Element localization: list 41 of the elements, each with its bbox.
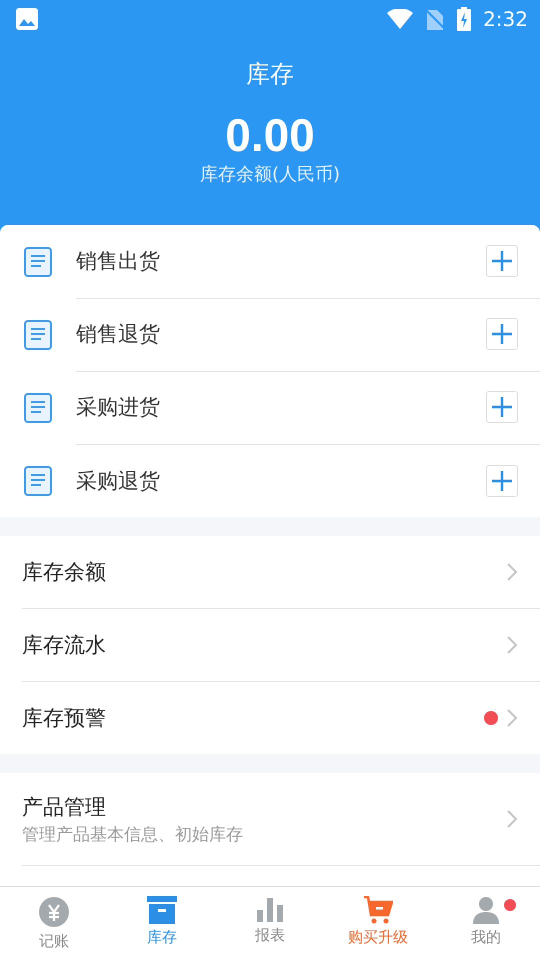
plus-icon — [492, 397, 512, 417]
menu-item[interactable]: 库存预警 — [22, 704, 484, 732]
page-title: 库存 — [246, 59, 294, 90]
menu-item[interactable]: 库存余额 — [22, 558, 506, 586]
add-button[interactable] — [486, 245, 518, 277]
chevron-right-icon — [506, 635, 518, 655]
chevron-right-icon — [506, 562, 518, 582]
chevron-right-icon — [506, 809, 518, 829]
chevron-right-icon — [506, 708, 518, 728]
tab[interactable]: 记账 — [0, 887, 108, 960]
shopping-cart-icon — [363, 896, 393, 924]
document-icon — [24, 320, 52, 350]
action-label[interactable]: 采购退货 — [76, 466, 486, 494]
status-time: 2:32 — [483, 7, 528, 31]
archive-box-icon — [147, 896, 177, 924]
add-button[interactable] — [486, 464, 518, 496]
no-sim-icon — [425, 8, 446, 30]
balance-amount: 0.00 — [225, 108, 315, 162]
tab[interactable]: 报表 — [216, 887, 324, 960]
document-icon — [24, 466, 52, 496]
add-button[interactable] — [486, 391, 518, 423]
plus-icon — [492, 470, 512, 490]
menu-item-title[interactable]: 产品管理 — [22, 792, 506, 820]
plus-icon — [492, 251, 512, 271]
document-icon — [24, 246, 52, 276]
user-icon — [472, 896, 500, 924]
action-label[interactable]: 销售退货 — [76, 320, 486, 348]
balance-caption: 库存余额(人民币) — [200, 163, 340, 186]
image-icon — [16, 8, 38, 30]
action-label[interactable]: 采购进货 — [76, 393, 486, 421]
battery-charging-icon — [457, 7, 472, 31]
document-icon — [24, 392, 52, 422]
add-button[interactable] — [486, 318, 518, 350]
menu-item[interactable]: 库存流水 — [22, 631, 506, 659]
plus-icon — [492, 324, 512, 344]
action-label[interactable]: 销售出货 — [76, 247, 486, 275]
bar-chart-icon — [257, 896, 283, 922]
wifi-icon — [387, 9, 414, 29]
menu-item-subtitle: 管理产品基本信息、初始库存 — [22, 824, 244, 846]
tab[interactable]: 我的 — [432, 887, 540, 960]
yuan-icon — [38, 896, 70, 928]
